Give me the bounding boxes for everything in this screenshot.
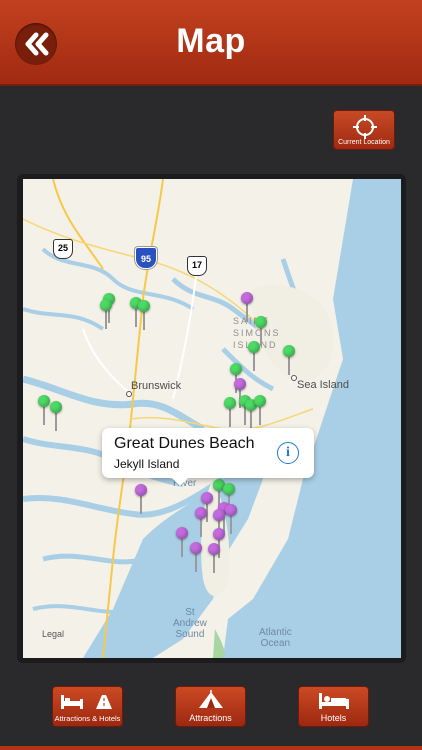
tent-icon bbox=[199, 690, 223, 708]
map-pin-green[interactable] bbox=[248, 341, 260, 373]
route-shield-us: 17 bbox=[187, 256, 207, 276]
map-pin-green[interactable] bbox=[38, 395, 50, 427]
toolbar-accent-line bbox=[0, 746, 422, 750]
water-label-st-andrew-sound: St Andrew Sound bbox=[173, 607, 207, 640]
map-pin-green[interactable] bbox=[100, 299, 112, 331]
bed-and-road-icon bbox=[61, 695, 112, 709]
tab-label: Attractions bbox=[189, 713, 232, 723]
info-icon[interactable]: i bbox=[277, 442, 299, 464]
route-shield-label: 17 bbox=[191, 260, 202, 270]
map-pin-green[interactable] bbox=[283, 345, 295, 377]
map-pin-purple[interactable] bbox=[225, 504, 237, 536]
tab-label: Attractions & Hotels bbox=[54, 714, 121, 723]
route-shield-interstate: 95 bbox=[135, 247, 157, 269]
map-canvas bbox=[23, 179, 401, 658]
map-pin-purple[interactable] bbox=[195, 507, 207, 539]
map-pin-green[interactable] bbox=[50, 401, 62, 433]
map-pin-green[interactable] bbox=[224, 397, 236, 429]
map-view[interactable]: 25 95 17 Brunswick Sea Island SAINT SIMO… bbox=[23, 179, 401, 658]
map-pin-purple[interactable] bbox=[241, 292, 253, 324]
hotels-button[interactable]: Hotels bbox=[298, 686, 369, 727]
app-header: Map bbox=[0, 0, 422, 86]
attractions-and-hotels-button[interactable]: Attractions & Hotels bbox=[52, 686, 123, 727]
place-label-sea-island: Sea Island bbox=[297, 379, 349, 391]
place-callout[interactable]: Great Dunes Beach Jekyll Island i bbox=[102, 428, 314, 486]
map-pin-purple[interactable] bbox=[135, 484, 147, 516]
water-label-atlantic-ocean: Atlantic Ocean bbox=[259, 627, 292, 649]
callout-title: Great Dunes Beach bbox=[114, 435, 255, 452]
crosshair-icon bbox=[353, 115, 377, 139]
route-shield-label: 25 bbox=[57, 243, 68, 253]
attractions-button[interactable]: Attractions bbox=[175, 686, 246, 727]
route-shield-label: 95 bbox=[140, 254, 151, 264]
map-pin-purple[interactable] bbox=[176, 527, 188, 559]
place-label-brunswick: Brunswick bbox=[131, 380, 182, 392]
map-pin-green[interactable] bbox=[138, 300, 150, 332]
route-shield-us: 25 bbox=[53, 239, 73, 259]
map-pin-green[interactable] bbox=[254, 395, 266, 427]
page-title: Map bbox=[176, 22, 246, 60]
map-pin-purple[interactable] bbox=[190, 542, 202, 574]
current-location-button[interactable]: Current Location bbox=[333, 110, 395, 150]
tab-label: Hotels bbox=[320, 713, 347, 723]
legal-link[interactable]: Legal bbox=[42, 629, 64, 639]
bed-icon bbox=[319, 693, 349, 709]
callout-subtitle: Jekyll Island bbox=[114, 457, 180, 471]
map-pin-purple[interactable] bbox=[208, 543, 220, 575]
current-location-label: Current Location bbox=[338, 139, 390, 146]
